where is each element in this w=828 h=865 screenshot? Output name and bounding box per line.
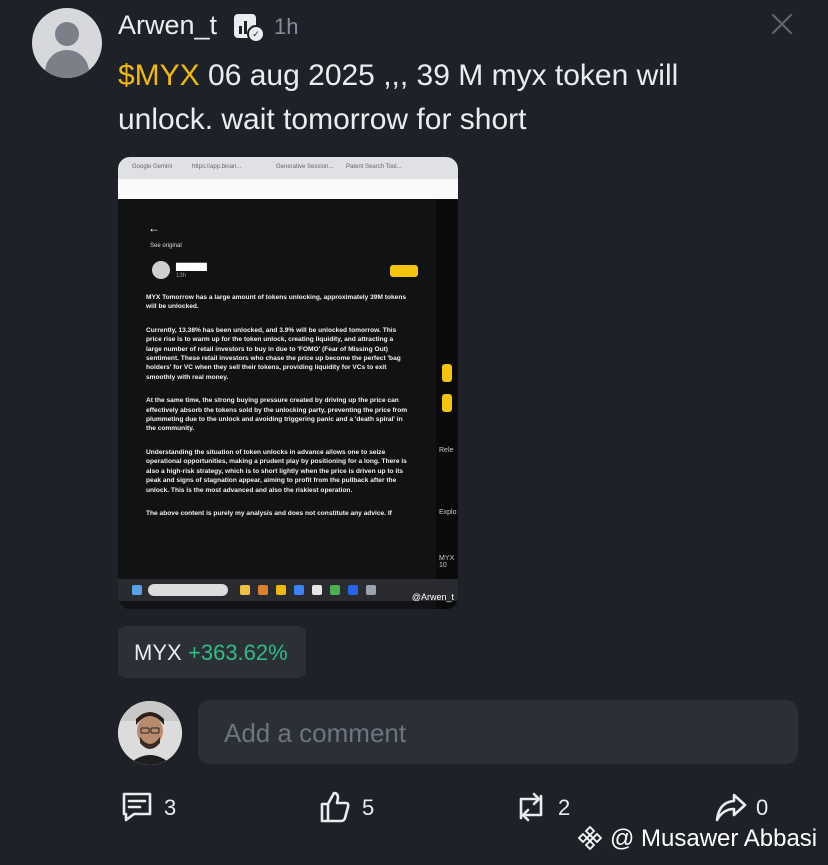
shot-paragraph: Currently, 13.38% has been unlocked, and… — [146, 326, 401, 381]
verified-check-icon: ✓ — [247, 25, 265, 43]
like-button[interactable]: 5 — [318, 786, 388, 826]
post-time: 1h — [274, 14, 299, 39]
see-original: See original — [150, 243, 182, 249]
ticker-chip[interactable]: MYX +363.62% — [118, 626, 306, 678]
comment-box[interactable] — [198, 700, 798, 764]
author-avatar[interactable] — [32, 8, 102, 78]
repost-button[interactable]: 2 — [514, 786, 584, 826]
shot-taskbar — [118, 579, 458, 601]
author-name[interactable]: Arwen_t — [118, 10, 217, 41]
binance-logo-icon — [577, 825, 603, 851]
shot-sidebar: Rele Explo MYX 10 — [436, 199, 458, 609]
shot-paragraph: Understanding the situation of token unl… — [146, 448, 407, 494]
shot-paragraph: MYX Tomorrow has a large amount of token… — [146, 294, 407, 311]
shot-author-name: ▇▇▇▇▇ — [176, 262, 207, 271]
repost-count: 2 — [558, 795, 571, 820]
watermark-text: @ Musawer Abbasi — [610, 825, 818, 852]
shot-content: MYX Tomorrow has a large amount of token… — [146, 293, 408, 532]
browser-tab: Google Gemini — [132, 164, 173, 170]
post-image[interactable]: Google Gemini https://app.binan... Gener… — [118, 157, 458, 609]
browser-tab: Patent Search Tool... — [346, 164, 402, 170]
share-icon — [715, 793, 747, 822]
current-user-avatar — [118, 701, 182, 765]
comment-icon — [122, 792, 152, 822]
browser-tabbar: Google Gemini https://app.binan... Gener… — [118, 157, 458, 179]
shot-paragraph: At the same time, the strong buying pres… — [146, 397, 408, 433]
shot-paragraph: The above content is purely my analysis … — [146, 509, 392, 517]
browser-tab: https://app.binan... — [192, 164, 242, 170]
ticker-symbol: MYX — [134, 640, 182, 665]
comment-button[interactable]: 3 — [120, 786, 190, 826]
close-icon — [771, 13, 793, 35]
user-photo-icon — [118, 701, 182, 765]
like-icon — [320, 791, 350, 823]
like-count: 5 — [362, 795, 375, 820]
share-button[interactable]: 0 — [714, 786, 784, 826]
comment-count: 3 — [164, 795, 177, 820]
share-count: 0 — [756, 795, 769, 820]
comment-input[interactable] — [222, 714, 786, 752]
close-button[interactable] — [768, 8, 796, 40]
browser-nav — [118, 179, 458, 199]
post-body: 06 aug 2025 ,,, 39 M myx token will unlo… — [118, 59, 679, 136]
shot-author-time: 13h — [176, 273, 187, 279]
post-text: $MYX 06 aug 2025 ,,, 39 M myx token will… — [118, 54, 758, 142]
browser-tab: Generative Session... — [276, 164, 334, 170]
ticker-link[interactable]: $MYX — [118, 59, 200, 92]
repost-icon — [519, 792, 543, 822]
shot-author-avatar — [152, 261, 170, 279]
shot-follow-button — [390, 265, 418, 277]
image-watermark: @Arwen_t — [411, 592, 454, 602]
ticker-change: +363.62% — [188, 640, 288, 665]
user-avatar-icon — [55, 22, 79, 46]
back-arrow-icon: ← — [148, 221, 160, 235]
